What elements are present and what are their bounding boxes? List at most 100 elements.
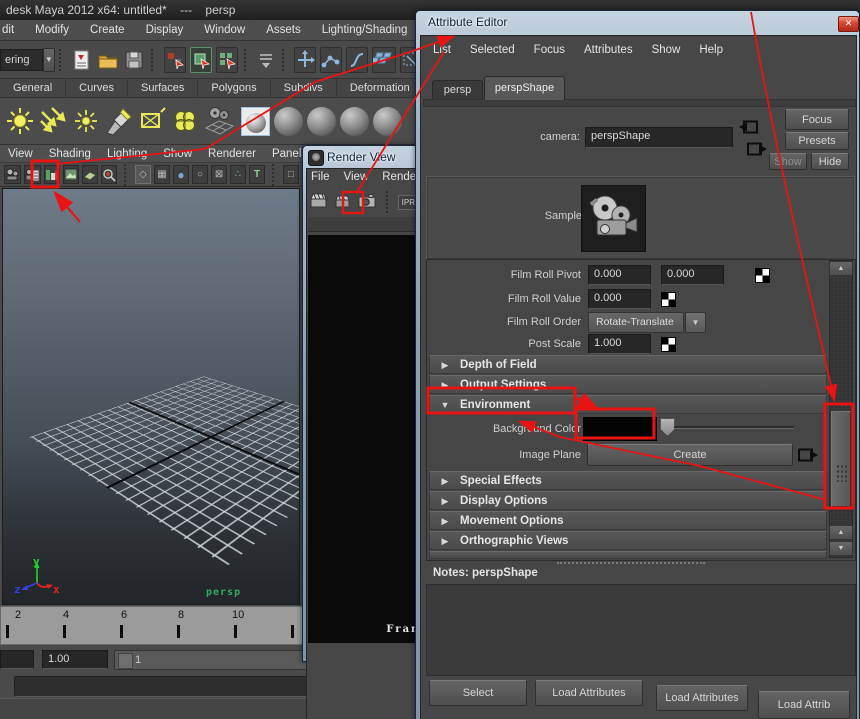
film-roll-value-texture-map-icon[interactable] (661, 292, 676, 307)
shaded-display-icon[interactable]: ● (173, 165, 190, 184)
material-sphere-icon[interactable] (272, 105, 305, 138)
panel-menu-renderer[interactable]: Renderer (208, 148, 256, 160)
material-sphere-icon[interactable] (338, 105, 371, 138)
select-camera-icon[interactable] (4, 165, 21, 184)
new-scene-icon[interactable] (71, 48, 93, 72)
playback-rate-field[interactable]: 1.00 (42, 650, 108, 669)
ae-menu-focus[interactable]: Focus (534, 44, 565, 56)
directional-light-icon[interactable] (36, 105, 69, 138)
tab-perspshape[interactable]: perspShape (484, 76, 565, 100)
two-panel-layout-icon[interactable] (82, 165, 99, 184)
shelf-tab-polygons[interactable]: Polygons (198, 79, 271, 97)
menu-assets[interactable]: Assets (266, 24, 301, 36)
background-color-slider-track[interactable] (674, 426, 794, 429)
isolate-select-icon[interactable]: □ (283, 165, 300, 184)
film-roll-pivot-y-field[interactable]: 0.000 (661, 265, 724, 285)
hide-button[interactable]: Hide (811, 153, 849, 170)
ae-menu-show[interactable]: Show (652, 44, 681, 56)
move-tool-icon[interactable] (294, 47, 316, 73)
camera-attributes-icon[interactable] (24, 165, 41, 184)
load-attributes-button[interactable]: Load Attributes (535, 680, 643, 706)
open-scene-icon[interactable] (97, 48, 119, 72)
load-attributes-button-2[interactable]: Load Attributes (656, 685, 748, 711)
shelf-tab-subdivs[interactable]: Subdivs (271, 79, 337, 97)
load-attributes-button-3[interactable]: Load Attrib (758, 691, 850, 719)
material-sphere-icon[interactable] (371, 105, 404, 138)
scrollbar-down-icon[interactable]: ▼ (829, 541, 853, 556)
attribute-editor-window[interactable]: Attribute Editor ✕ List Selected Focus A… (415, 10, 860, 719)
render-view-window[interactable]: Render View File View Render IPR Fra (302, 145, 422, 719)
bookmarks-icon[interactable] (44, 165, 61, 184)
render-view-menu-view[interactable]: View (344, 171, 369, 183)
camera-name-field[interactable]: perspShape (585, 127, 733, 148)
menu-lighting-shading[interactable]: Lighting/Shading (322, 24, 408, 36)
menu-display[interactable]: Display (146, 24, 184, 36)
render-view-canvas[interactable]: Frame (308, 235, 418, 643)
close-icon[interactable]: ✕ (838, 16, 859, 32)
scrollbar-up2-icon[interactable]: ▲ (829, 525, 853, 540)
film-gate-icon[interactable]: ▦ (154, 165, 171, 184)
ae-menu-attributes[interactable]: Attributes (584, 44, 633, 56)
film-roll-pivot-texture-map-icon[interactable] (755, 268, 770, 283)
tab-scroll-strip[interactable] (423, 99, 856, 107)
render-material-icon[interactable] (239, 105, 272, 138)
range-slider-handle[interactable] (118, 653, 133, 669)
panel-menu-view[interactable]: View (8, 148, 33, 160)
camera-and-grid-icon[interactable] (201, 105, 239, 138)
texture-display-icon[interactable]: ∴ (230, 165, 247, 184)
post-scale-field[interactable]: 1.000 (588, 334, 651, 354)
film-roll-order-dropdown[interactable]: Rotate-Translate (588, 312, 684, 333)
menu-create[interactable]: Create (90, 24, 125, 36)
shelf-tab-curves[interactable]: Curves (66, 79, 128, 97)
background-color-swatch[interactable] (583, 417, 657, 441)
notes-drag-handle[interactable] (557, 562, 705, 564)
notes-textarea[interactable] (426, 584, 856, 676)
image-plane-icon[interactable] (63, 165, 80, 184)
menu-modify[interactable]: Modify (35, 24, 69, 36)
resolution-gate-icon[interactable]: ⊠ (211, 165, 228, 184)
image-plane-connection-icon[interactable] (798, 448, 818, 462)
section-display-options[interactable]: ▶ Display Options (429, 491, 827, 510)
film-roll-pivot-x-field[interactable]: 0.000 (588, 265, 651, 285)
section-movement-options[interactable]: ▶ Movement Options (429, 511, 827, 530)
menu-set-dropdown-arrow-icon[interactable]: ▼ (42, 48, 56, 72)
background-color-slider-handle[interactable] (660, 418, 675, 436)
shelf-tab-surfaces[interactable]: Surfaces (128, 79, 199, 97)
snapshot-icon[interactable] (358, 193, 376, 211)
ambient-light-icon[interactable] (3, 105, 36, 138)
input-connection-icon[interactable] (739, 120, 759, 134)
focus-button[interactable]: Focus (785, 109, 849, 130)
film-roll-value-field[interactable]: 0.000 (588, 289, 651, 309)
film-roll-order-dropdown-arrow-icon[interactable]: ▼ (685, 312, 706, 333)
material-sphere-icon[interactable] (305, 105, 338, 138)
shelf-tab-deformation[interactable]: Deformation (337, 79, 424, 97)
section-depth-of-field[interactable]: ▶ Depth of Field (429, 355, 827, 374)
textures-toggle-icon[interactable]: T (249, 165, 266, 184)
perspective-viewport[interactable]: y x z persp (2, 188, 300, 605)
wireframe-on-shaded-icon[interactable]: ◇ (135, 165, 152, 184)
section-partially-hidden[interactable]: ▶ (429, 551, 827, 559)
spot-light-icon[interactable] (102, 105, 135, 138)
redo-previous-render-icon[interactable] (335, 194, 350, 211)
select-by-object-type-icon[interactable] (189, 47, 212, 73)
show-button[interactable]: Show (769, 153, 807, 170)
save-scene-icon[interactable] (123, 48, 145, 72)
ae-menu-selected[interactable]: Selected (470, 44, 515, 56)
panel-menu-shading[interactable]: Shading (49, 148, 91, 160)
post-scale-texture-map-icon[interactable] (661, 337, 676, 352)
menu-set-selector[interactable]: ering (0, 49, 43, 71)
lighting-display-icon[interactable]: ○ (192, 165, 209, 184)
surface-grid-icon[interactable] (372, 47, 396, 73)
panel-menu-lighting[interactable]: Lighting (107, 148, 147, 160)
camera-sample-swatch[interactable] (581, 185, 646, 252)
presets-button[interactable]: Presets (785, 132, 849, 150)
shelf-tab-general[interactable]: General (0, 79, 67, 97)
history-toggle-icon[interactable] (256, 48, 276, 72)
zoom-select-icon[interactable] (101, 165, 118, 184)
point-light-icon[interactable] (69, 105, 102, 138)
render-view-menu-file[interactable]: File (311, 171, 330, 183)
ae-menu-list[interactable]: List (433, 44, 451, 56)
panel-menu-show[interactable]: Show (163, 148, 192, 160)
curve-tool-icon[interactable] (346, 47, 368, 73)
section-special-effects[interactable]: ▶ Special Effects (429, 471, 827, 490)
